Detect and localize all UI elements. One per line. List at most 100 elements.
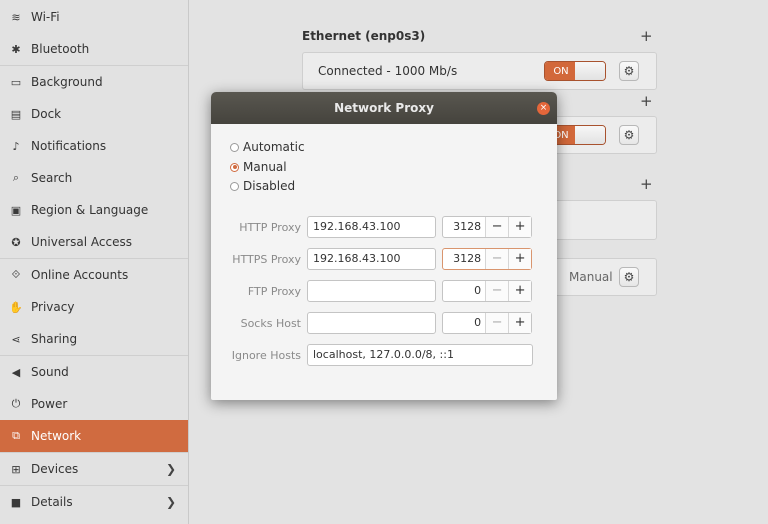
sidebar-item-label: Wi-Fi — [31, 10, 60, 24]
increment-button[interactable]: + — [508, 281, 532, 301]
monitor-icon: ▭ — [10, 75, 22, 89]
sidebar-item-devices[interactable]: ⊞ Devices ❯ — [0, 453, 188, 485]
sidebar-item-power[interactable]: ⏻ Power — [0, 388, 188, 420]
port-value[interactable]: 3128 — [443, 217, 485, 237]
radio-indicator — [230, 181, 239, 191]
increment-button[interactable]: + — [508, 313, 532, 333]
radio-label: Disabled — [243, 179, 296, 193]
vpn-settings-button[interactable]: ⚙ — [619, 125, 639, 145]
sidebar-item-notifications[interactable]: ♪ Notifications — [0, 130, 188, 162]
socks-port-spinner[interactable]: 0 − + — [442, 312, 532, 334]
radio-indicator — [230, 142, 239, 152]
accessibility-icon: ✪ — [11, 235, 21, 249]
sidebar-item-sharing[interactable]: ⋖ Sharing — [0, 323, 188, 355]
sidebar-item-label: Privacy — [31, 300, 75, 314]
radio-indicator — [230, 162, 239, 172]
sidebar-item-label: Details — [31, 495, 73, 509]
sidebar-item-label: Universal Access — [31, 235, 132, 249]
gear-icon: ⚙ — [623, 270, 635, 284]
sidebar-item-label: Region & Language — [31, 203, 149, 217]
camera-icon: ▣ — [10, 203, 22, 217]
decrement-button[interactable]: − — [485, 249, 509, 269]
sidebar-item-network[interactable]: ⧉ Network — [0, 420, 188, 452]
ethernet-connection-row: Connected - 1000 Mb/s ON ⚙ — [302, 52, 657, 90]
decrement-button[interactable]: − — [485, 281, 509, 301]
port-value[interactable]: 0 — [443, 313, 485, 333]
sidebar-item-label: Sharing — [31, 332, 78, 346]
sidebar-item-universal-access[interactable]: ✪ Universal Access — [0, 226, 188, 258]
ignore-hosts-input[interactable]: localhost, 127.0.0.0/8, ::1 — [307, 344, 533, 366]
https-proxy-label: HTTPS Proxy — [232, 253, 301, 266]
add-ethernet-plus-icon[interactable]: + — [640, 27, 653, 45]
dialog-title: Network Proxy — [334, 101, 434, 115]
http-proxy-host-input[interactable]: 192.168.43.100 — [307, 216, 436, 238]
mode-disabled-radio[interactable]: Disabled — [230, 179, 295, 193]
sidebar-item-region-language[interactable]: ▣ Region & Language — [0, 194, 188, 226]
online-accounts-icon: ⟐ — [11, 268, 21, 281]
add-connection-plus-icon[interactable]: + — [640, 175, 653, 193]
sidebar-item-search[interactable]: ⌕ Search — [0, 162, 188, 194]
http-proxy-port-spinner[interactable]: 3128 − + — [442, 216, 532, 238]
search-icon: ⌕ — [12, 171, 20, 184]
mode-automatic-radio[interactable]: Automatic — [230, 140, 305, 154]
sidebar-item-label: Devices — [31, 462, 79, 476]
gear-icon: ⚙ — [623, 64, 635, 78]
bluetooth-icon: ✱ — [11, 42, 21, 56]
sidebar-item-sound[interactable]: ◀ Sound — [0, 356, 188, 388]
wifi-icon: ≋ — [11, 10, 21, 24]
toggle-knob — [575, 126, 605, 144]
sidebar-item-label: Bluetooth — [31, 42, 90, 56]
proxy-settings-button[interactable]: ⚙ — [619, 267, 639, 287]
port-value[interactable]: 0 — [443, 281, 485, 301]
mode-manual-radio[interactable]: Manual — [230, 160, 287, 174]
details-icon: ■ — [10, 495, 22, 509]
sidebar-item-bluetooth[interactable]: ✱ Bluetooth — [0, 33, 188, 65]
https-proxy-host-input[interactable]: 192.168.43.100 — [307, 248, 436, 270]
sidebar-item-privacy[interactable]: ✋ Privacy — [0, 291, 188, 323]
decrement-button[interactable]: − — [485, 217, 509, 237]
sidebar-item-label: Sound — [31, 365, 69, 379]
dock-icon: ▤ — [10, 107, 22, 121]
decrement-button[interactable]: − — [485, 313, 509, 333]
sidebar-item-label: Background — [31, 75, 103, 89]
socks-host-label: Socks Host — [240, 317, 301, 330]
sidebar-item-online-accounts[interactable]: ⟐ Online Accounts — [0, 259, 188, 291]
chevron-right-icon: ❯ — [165, 495, 176, 509]
ftp-proxy-port-spinner[interactable]: 0 − + — [442, 280, 532, 302]
https-proxy-port-spinner[interactable]: 3128 − + — [442, 248, 532, 270]
ethernet-section-title: Ethernet (enp0s3) — [302, 29, 426, 43]
port-value[interactable]: 3128 — [443, 249, 485, 269]
sidebar-item-wifi[interactable]: ≋ Wi-Fi — [0, 1, 188, 33]
connection-status: Connected - 1000 Mb/s — [318, 64, 458, 78]
close-icon[interactable]: × — [537, 102, 550, 115]
ignore-hosts-label: Ignore Hosts — [231, 349, 301, 362]
radio-label: Automatic — [243, 140, 305, 154]
sidebar-item-details[interactable]: ■ Details ❯ — [0, 486, 188, 518]
network-proxy-dialog: Network Proxy × Automatic Manual Disable… — [211, 92, 557, 400]
devices-icon: ⊞ — [11, 462, 21, 476]
chevron-right-icon: ❯ — [165, 462, 176, 476]
sidebar-item-label: Notifications — [31, 139, 107, 153]
settings-sidebar: ≋ Wi-Fi ✱ Bluetooth ▭ Background ▤ Dock … — [0, 0, 189, 524]
radio-label: Manual — [243, 160, 287, 174]
gear-icon: ⚙ — [623, 128, 635, 142]
add-vpn-plus-icon[interactable]: + — [640, 92, 653, 110]
increment-button[interactable]: + — [508, 217, 532, 237]
proxy-mode-value: Manual — [569, 270, 613, 284]
network-icon: ⧉ — [12, 429, 20, 442]
increment-button[interactable]: + — [508, 249, 532, 269]
sidebar-item-label: Search — [31, 171, 73, 185]
toggle-knob — [575, 62, 605, 80]
sidebar-item-label: Dock — [31, 107, 62, 121]
sidebar-item-background[interactable]: ▭ Background — [0, 66, 188, 98]
ftp-proxy-label: FTP Proxy — [247, 285, 301, 298]
share-icon: ⋖ — [11, 332, 21, 346]
ethernet-settings-button[interactable]: ⚙ — [619, 61, 639, 81]
bell-icon: ♪ — [12, 139, 20, 153]
socks-host-input[interactable] — [307, 312, 436, 334]
power-icon: ⏻ — [11, 397, 21, 410]
ftp-proxy-host-input[interactable] — [307, 280, 436, 302]
sidebar-item-label: Network — [31, 429, 82, 443]
sidebar-item-dock[interactable]: ▤ Dock — [0, 98, 188, 130]
ethernet-toggle[interactable]: ON — [544, 61, 606, 81]
